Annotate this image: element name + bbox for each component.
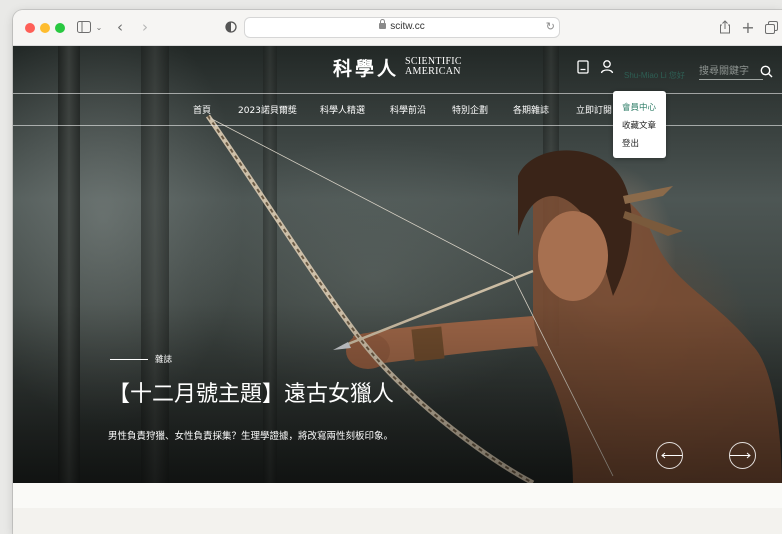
logo-english: SCIENTIFIC AMERICAN xyxy=(405,57,462,77)
nav-item-subscribe[interactable]: 立即訂閱 xyxy=(576,103,612,116)
prev-slide-button[interactable] xyxy=(656,442,683,469)
arrow-left-icon xyxy=(661,452,682,459)
user-icon[interactable] xyxy=(600,59,614,79)
forward-icon[interactable]: › xyxy=(139,17,151,37)
browser-window: ⌄ ‹ › scitw.cc ↻ + 科學人 SCIENTIFIC AMERIC… xyxy=(13,10,782,534)
main-nav: 首頁 2023諾貝爾獎 科學人精選 科學前沿 特別企劃 各期雜誌 立即訂閱 xyxy=(13,103,782,119)
category-label[interactable]: 雜誌 xyxy=(155,353,172,365)
browser-toolbar: ⌄ ‹ › scitw.cc ↻ + xyxy=(13,10,782,46)
menu-item-member-center[interactable]: 會員中心 xyxy=(622,101,656,113)
hero-title[interactable]: 【十二月號主題】遠古女獵人 xyxy=(108,376,394,408)
hero-banner[interactable]: 科學人 SCIENTIFIC AMERICAN Shu-Miao Li 您好 首… xyxy=(13,46,782,483)
logo-english-line2: AMERICAN xyxy=(405,66,461,77)
url-text: scitw.cc xyxy=(390,21,425,32)
close-window-button[interactable] xyxy=(25,23,35,33)
nav-item-home[interactable]: 首頁 xyxy=(193,103,211,116)
nav-item-nobel-2023[interactable]: 2023諾貝爾獎 xyxy=(238,103,297,116)
user-greeting[interactable]: Shu-Miao Li 您好 xyxy=(624,70,685,81)
menu-item-saved-articles[interactable]: 收藏文章 xyxy=(622,119,656,131)
address-bar[interactable]: scitw.cc ↻ xyxy=(244,17,560,38)
next-slide-button[interactable] xyxy=(729,442,756,469)
search-icon[interactable] xyxy=(760,65,773,83)
logo-chinese: 科學人 xyxy=(333,57,400,80)
reload-icon[interactable]: ↻ xyxy=(546,20,555,33)
back-icon[interactable]: ‹ xyxy=(114,17,126,37)
minimize-window-button[interactable] xyxy=(40,23,50,33)
user-dropdown-menu: 會員中心 收藏文章 登出 xyxy=(613,91,666,158)
search-input[interactable] xyxy=(699,63,763,80)
category-line xyxy=(110,359,148,360)
nav-item-featured[interactable]: 科學人精選 xyxy=(320,103,365,116)
header-divider-top xyxy=(13,93,782,94)
nav-item-issues[interactable]: 各期雜誌 xyxy=(513,103,549,116)
nav-item-frontier[interactable]: 科學前沿 xyxy=(390,103,426,116)
header-divider-bottom xyxy=(13,125,782,126)
tabs-icon[interactable] xyxy=(764,17,778,37)
menu-item-logout[interactable]: 登出 xyxy=(622,137,639,149)
magazine-icon[interactable] xyxy=(577,60,589,79)
arrow-right-icon xyxy=(730,452,751,459)
nav-item-special[interactable]: 特別企劃 xyxy=(452,103,488,116)
lock-icon xyxy=(379,19,387,29)
sidebar-icon[interactable] xyxy=(76,17,92,37)
share-icon[interactable] xyxy=(718,17,732,37)
new-tab-icon[interactable]: + xyxy=(741,17,755,37)
hero-subtitle: 男性負責狩獵、女性負責採集？生理學證據，將改寫兩性刻板印象。 xyxy=(108,431,394,442)
zoom-window-button[interactable] xyxy=(55,23,65,33)
site-logo[interactable]: 科學人 SCIENTIFIC AMERICAN xyxy=(333,55,462,80)
content-band xyxy=(13,508,782,534)
page-content-area xyxy=(13,483,782,534)
chevron-down-icon[interactable]: ⌄ xyxy=(94,17,104,37)
privacy-icon[interactable] xyxy=(224,17,238,37)
